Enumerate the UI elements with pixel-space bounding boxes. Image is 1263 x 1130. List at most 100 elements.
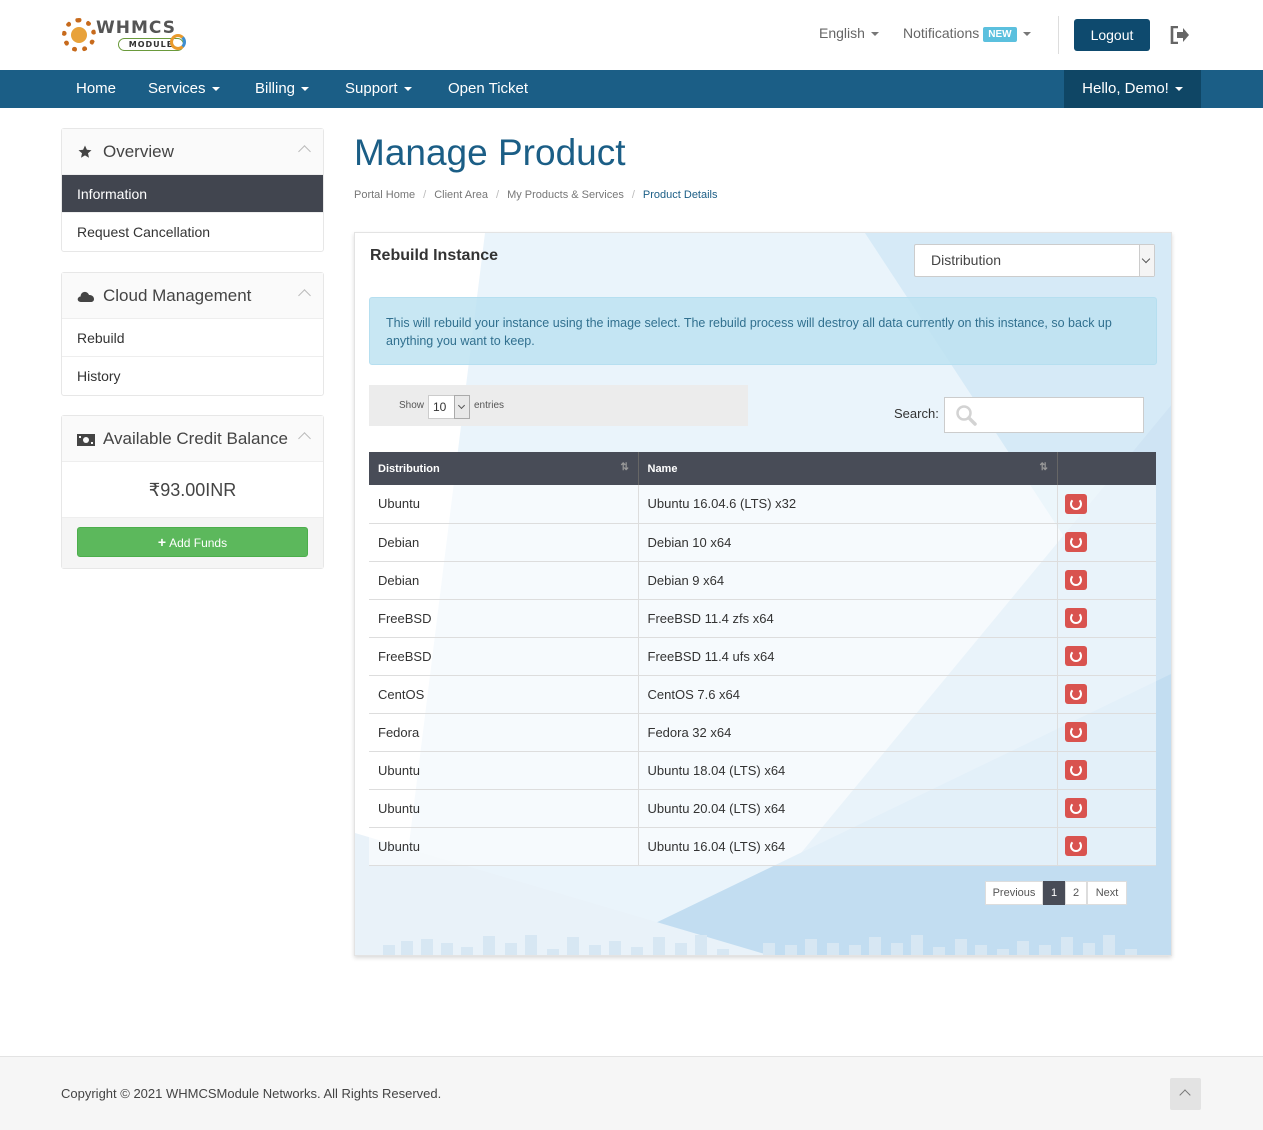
search-label: Search: — [894, 406, 939, 421]
breadcrumb-portal-home[interactable]: Portal Home — [354, 189, 415, 201]
cell-distribution: Ubuntu — [369, 827, 639, 866]
cell-action — [1057, 523, 1156, 562]
add-funds-button[interactable]: + Add Funds — [77, 527, 308, 557]
user-greeting: Hello, Demo! — [1082, 80, 1169, 97]
refresh-icon — [1069, 612, 1082, 624]
notifications-badge: NEW — [983, 27, 1017, 42]
rebuild-row-button[interactable] — [1064, 570, 1087, 590]
table-row: Ubuntu Ubuntu 16.04 (LTS) x64 — [369, 827, 1156, 866]
cell-distribution: Debian — [369, 523, 639, 562]
rebuild-row-button[interactable] — [1064, 684, 1087, 704]
sidebar-item-history[interactable]: History — [62, 357, 323, 395]
table-row: Ubuntu Ubuntu 18.04 (LTS) x64 — [369, 751, 1156, 790]
refresh-icon — [1069, 764, 1082, 776]
overview-panel-header[interactable]: Overview — [62, 129, 323, 175]
cell-action — [1057, 561, 1156, 600]
refresh-icon — [1069, 536, 1082, 548]
rebuild-row-button[interactable] — [1064, 760, 1087, 780]
chevron-down-icon — [454, 395, 470, 419]
whmcs-module-logo[interactable]: WHMCS MODULE — [62, 14, 186, 56]
column-distribution-label: Distribution — [378, 462, 440, 475]
user-menu-dropdown[interactable]: Hello, Demo! — [1064, 70, 1201, 108]
nav-home[interactable]: Home — [76, 70, 116, 108]
cell-name: Ubuntu 20.04 (LTS) x64 — [638, 789, 1058, 828]
sign-out-icon[interactable] — [1170, 26, 1190, 44]
plus-icon: + — [157, 534, 167, 550]
rebuild-row-button[interactable] — [1064, 532, 1087, 552]
nav-open-ticket-label: Open Ticket — [448, 80, 529, 97]
caret-down-icon — [870, 32, 879, 37]
nav-services[interactable]: Services — [148, 70, 220, 108]
breadcrumb-product-details: Product Details — [642, 189, 718, 201]
table-row: Ubuntu Ubuntu 16.04.6 (LTS) x32 — [369, 485, 1156, 524]
notifications-dropdown[interactable]: Notifications NEW — [903, 25, 1031, 42]
chevron-down-icon — [1139, 245, 1154, 276]
cloud-management-title: Cloud Management — [103, 286, 252, 305]
distribution-select[interactable]: Distribution — [914, 244, 1155, 277]
cell-name: Debian 10 x64 — [638, 523, 1058, 562]
pagination-next[interactable]: Next — [1087, 881, 1127, 905]
language-dropdown[interactable]: English — [819, 25, 879, 41]
entries-per-page-select[interactable]: 10 — [428, 395, 470, 419]
table-row: Debian Debian 10 x64 — [369, 523, 1156, 562]
rebuild-warning-alert: This will rebuild your instance using th… — [369, 297, 1157, 365]
rebuild-row-button[interactable] — [1064, 836, 1087, 856]
pagination-page-2[interactable]: 2 — [1065, 881, 1087, 905]
nav-support-label: Support — [345, 80, 398, 97]
nav-services-label: Services — [148, 80, 206, 97]
rebuild-row-button[interactable] — [1064, 608, 1087, 628]
nav-open-ticket[interactable]: Open Ticket — [448, 70, 528, 108]
rebuild-row-button[interactable] — [1064, 646, 1087, 666]
column-header-name[interactable]: Name ⇅ — [638, 452, 1058, 485]
credit-balance-title: Available Credit Balance — [103, 429, 288, 448]
cloud-icon — [77, 291, 94, 302]
sidebar-item-rebuild[interactable]: Rebuild — [62, 319, 323, 357]
sort-icon: ⇅ — [1039, 462, 1048, 473]
images-table: Distribution ⇅ Name ⇅ Ubuntu Ubuntu 16.04.6… — [369, 452, 1156, 866]
chevron-up-icon[interactable] — [298, 145, 311, 158]
pagination-page-1[interactable]: 1 — [1043, 881, 1065, 905]
cell-distribution: Ubuntu — [369, 751, 639, 790]
sidebar-item-information[interactable]: Information — [62, 175, 323, 213]
table-header-row: Distribution ⇅ Name ⇅ — [369, 452, 1156, 485]
refresh-icon — [1069, 726, 1082, 738]
refresh-icon — [1069, 840, 1082, 852]
cell-action — [1057, 789, 1156, 828]
refresh-icon — [1069, 802, 1082, 814]
search-input[interactable] — [944, 397, 1144, 433]
logout-button[interactable]: Logout — [1074, 19, 1150, 51]
column-header-distribution[interactable]: Distribution ⇅ — [369, 452, 639, 485]
sidebar-item-request-cancellation[interactable]: Request Cancellation — [62, 213, 323, 251]
column-header-action — [1057, 452, 1156, 485]
nav-home-label: Home — [76, 80, 117, 97]
header-divider — [1058, 16, 1059, 54]
rebuild-row-button[interactable] — [1064, 722, 1087, 742]
refresh-icon — [1069, 688, 1082, 700]
pagination-previous[interactable]: Previous — [985, 881, 1043, 905]
rebuild-row-button[interactable] — [1064, 493, 1087, 514]
nav-billing-label: Billing — [255, 80, 296, 97]
nav-billing[interactable]: Billing — [255, 70, 310, 108]
refresh-icon — [1069, 497, 1082, 510]
chevron-up-icon[interactable] — [298, 432, 311, 445]
back-to-top-button[interactable] — [1170, 1078, 1201, 1110]
cell-distribution: Ubuntu — [369, 485, 639, 524]
credit-balance-panel-header[interactable]: Available Credit Balance — [62, 416, 323, 462]
chevron-up-icon[interactable] — [298, 289, 311, 302]
cell-distribution: Debian — [369, 561, 639, 600]
cell-action — [1057, 751, 1156, 790]
cell-distribution: FreeBSD — [369, 599, 639, 638]
nav-support[interactable]: Support — [345, 70, 412, 108]
caret-down-icon — [211, 87, 220, 92]
cloud-management-panel: Cloud Management Rebuild History — [61, 272, 324, 396]
entries-length-control: Show 10 entries — [369, 385, 748, 426]
cloud-management-panel-header[interactable]: Cloud Management — [62, 273, 323, 319]
cell-distribution: Ubuntu — [369, 789, 639, 828]
breadcrumb-my-products[interactable]: My Products & Services — [507, 189, 624, 201]
cell-action — [1057, 599, 1156, 638]
breadcrumb-client-area[interactable]: Client Area — [434, 189, 488, 201]
breadcrumb-separator: / — [496, 189, 500, 201]
cell-name: CentOS 7.6 x64 — [638, 675, 1058, 714]
length-show-label: Show — [399, 400, 425, 411]
rebuild-row-button[interactable] — [1064, 798, 1087, 818]
